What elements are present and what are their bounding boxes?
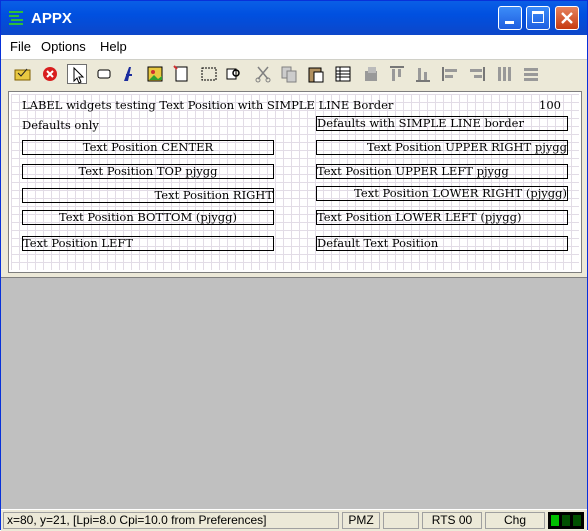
label-lower-left[interactable]: Text Position LOWER LEFT (pjygg) [316, 210, 568, 225]
label-left-text: Text Position LEFT [23, 236, 134, 250]
label-upper-right-text: Text Position UPPER RIGHT pjygg [366, 140, 567, 154]
label-center-text: Text Position CENTER [82, 140, 214, 154]
status-leds [548, 512, 584, 529]
label-left[interactable]: Text Position LEFT [22, 236, 274, 251]
menu-bar: File Options Help [1, 35, 587, 60]
maximize-button[interactable] [526, 6, 550, 30]
status-message: x=80, y=21, [Lpi=8.0 Cpi=10.0 from Prefe… [3, 512, 339, 529]
label-center[interactable]: Text Position CENTER [22, 140, 274, 155]
panel-header: LABEL widgets testing Text Position with… [22, 98, 394, 112]
label-top-text: Text Position TOP pjygg [78, 164, 218, 178]
label-top[interactable]: Text Position TOP pjygg [22, 164, 274, 179]
menu-options[interactable]: Options [41, 39, 86, 54]
label-right[interactable]: Text Position RIGHT [22, 188, 274, 203]
status-rts: RTS 00 [422, 512, 482, 529]
design-panel: LABEL widgets testing Text Position with… [8, 91, 582, 273]
label-default-text: Default Text Position [317, 236, 439, 250]
label-right-text: Text Position RIGHT [154, 188, 274, 202]
status-pmz: PMZ [342, 512, 380, 529]
minimize-icon [505, 21, 514, 24]
menu-file[interactable]: File [10, 39, 31, 54]
copy-icon[interactable] [279, 64, 299, 84]
stop-icon[interactable] [40, 64, 60, 84]
pointer-icon[interactable] [67, 64, 87, 84]
button-icon[interactable] [94, 64, 114, 84]
image-icon[interactable] [145, 64, 165, 84]
client-area [1, 277, 587, 510]
right-heading-text: Defaults with SIMPLE LINE border [317, 116, 524, 130]
align-icon-1[interactable] [361, 64, 381, 84]
paste-icon[interactable] [306, 64, 326, 84]
label-upper-right[interactable]: Text Position UPPER RIGHT pjygg [316, 140, 568, 155]
led-2 [562, 515, 570, 526]
label-bottom[interactable]: Text Position BOTTOM (pjygg) [22, 210, 274, 225]
status-chg: Chg [485, 512, 545, 529]
align-icon-6[interactable] [494, 64, 514, 84]
right-heading[interactable]: Defaults with SIMPLE LINE border [316, 116, 568, 131]
find-icon[interactable] [224, 64, 244, 84]
label-bottom-text: Text Position BOTTOM (pjygg) [58, 210, 238, 224]
title-bar[interactable]: APPX [1, 1, 587, 35]
led-3 [573, 515, 581, 526]
status-empty [383, 512, 419, 529]
label-lower-right[interactable]: Text Position LOWER RIGHT (pjygg) [316, 186, 568, 201]
label-upper-left[interactable]: Text Position UPPER LEFT pjygg [316, 164, 568, 179]
close-icon [561, 12, 573, 24]
label-upper-left-text: Text Position UPPER LEFT pjygg [317, 164, 509, 178]
align-icon-3[interactable] [413, 64, 433, 84]
label-default[interactable]: Default Text Position [316, 236, 568, 251]
cut-icon[interactable] [253, 64, 273, 84]
app-window: APPX File Options Help LABEL widgets tes… [0, 0, 588, 531]
align-icon-7[interactable] [521, 64, 541, 84]
label-lower-left-text: Text Position LOWER LEFT (pjygg) [317, 210, 522, 224]
appx-logo-icon [9, 11, 23, 25]
open-folder-icon[interactable] [13, 64, 33, 84]
align-icon-5[interactable] [467, 64, 487, 84]
maximize-icon [532, 11, 544, 23]
left-heading: Defaults only [22, 118, 99, 132]
rectangle-icon[interactable] [199, 64, 219, 84]
status-bar: x=80, y=21, [Lpi=8.0 Cpi=10.0 from Prefe… [1, 509, 587, 531]
close-button[interactable] [555, 6, 579, 30]
page-icon[interactable] [171, 64, 191, 84]
menu-help[interactable]: Help [100, 39, 127, 54]
text-icon[interactable] [119, 64, 139, 84]
panel-number: 100 [539, 98, 561, 112]
align-icon-4[interactable] [440, 64, 460, 84]
toolbar [1, 60, 587, 90]
label-lower-right-text: Text Position LOWER RIGHT (pjygg) [354, 186, 567, 200]
led-1 [551, 515, 559, 526]
align-icon-2[interactable] [387, 64, 407, 84]
table-icon[interactable] [333, 64, 353, 84]
minimize-button[interactable] [498, 6, 522, 30]
window-title: APPX [31, 10, 72, 27]
